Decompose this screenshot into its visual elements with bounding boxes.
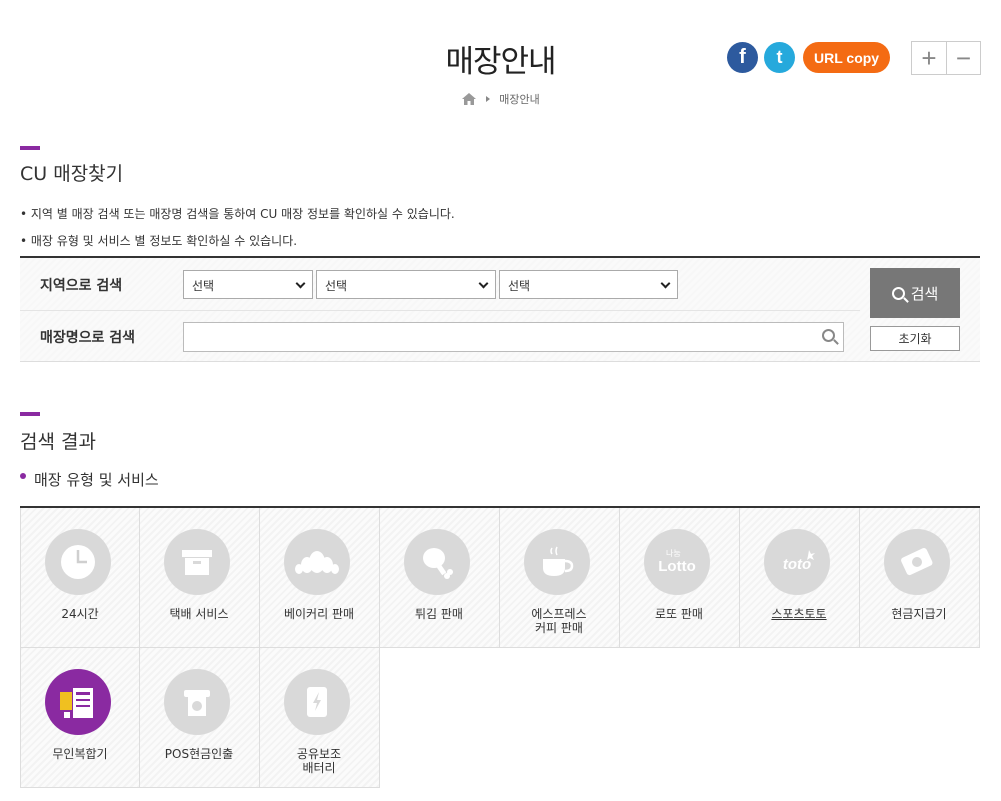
lotto-icon-text: Lotto [658,558,695,575]
zoom-in-button[interactable]: + [912,42,946,74]
service-tile-bakery[interactable]: 베이커리 판매 [260,508,380,648]
select-value: 선택 [192,279,215,293]
lotto-icon: 나눔 Lotto [644,529,710,595]
service-tile-copier[interactable]: 무인복합기 [20,648,140,788]
croissant-icon [284,529,350,595]
box-icon [164,529,230,595]
form-divider [20,310,860,311]
search-icon [891,286,905,300]
info-line-1: • 지역 별 매장 검색 또는 매장명 검색을 통하여 CU 매장 정보를 확인… [20,207,455,221]
service-subtitle: 매장 유형 및 서비스 [20,469,159,490]
copier-icon [45,669,111,735]
service-label: 튀김 판매 [415,607,463,621]
twitter-share-button[interactable]: t [764,42,795,73]
select-value: 선택 [325,279,348,293]
name-search-label: 매장명으로 검색 [40,330,136,346]
find-section-title: CU 매장찾기 [20,163,124,185]
service-tile-pos-cash[interactable]: POS현금인출 [140,648,260,788]
section-accent-bar [20,146,40,150]
chevron-down-icon [295,278,306,289]
chevron-down-icon [478,278,489,289]
breadcrumb: 매장안내 [0,91,1001,107]
service-label: POS현금인출 [164,747,234,761]
pos-cash-icon [164,669,230,735]
results-section-title: 검색 결과 [20,431,96,453]
reset-button[interactable]: 초기화 [870,326,960,351]
service-subtitle-text: 매장 유형 및 서비스 [34,471,159,489]
region-search-label: 지역으로 검색 [40,278,123,294]
coffee-cup-icon [524,529,590,595]
zoom-controls: + − [911,41,981,75]
zoom-out-button[interactable]: − [946,42,980,74]
share-bar: f t URL copy [727,42,891,73]
url-copy-button[interactable]: URL copy [803,42,891,73]
region-select-3[interactable]: 선택 [499,270,678,299]
facebook-icon: f [739,46,746,68]
section-accent-bar [20,412,40,416]
service-label: 공유보조 배터리 [296,747,342,775]
home-icon[interactable] [461,92,477,106]
breadcrumb-arrow-icon [486,96,491,102]
search-form: 지역으로 검색 선택 선택 선택 매장명으로 검색 검색 초기화 [20,256,980,362]
region-select-2[interactable]: 선택 [316,270,496,299]
service-tile-lotto[interactable]: 나눔 Lotto 로또 판매 [620,508,740,648]
service-tile-coffee[interactable]: 에스프레스 커피 판매 [500,508,620,648]
service-label: 현금지급기 [891,607,947,621]
lotto-icon-small-text: 나눔 [666,549,681,558]
drumstick-icon [404,529,470,595]
service-label: 택배 서비스 [169,607,229,621]
select-value: 선택 [508,279,531,293]
chevron-down-icon [660,278,671,289]
region-select-1[interactable]: 선택 [183,270,313,299]
service-tile-24h[interactable]: 24시간 [20,508,140,648]
toto-icon: toto [764,529,830,595]
service-label: 스포츠토토 [771,607,827,621]
service-label: 베이커리 판매 [283,607,355,621]
toto-icon-text: toto [783,556,811,573]
service-label: 24시간 [61,607,99,621]
clock-icon [45,529,111,595]
search-button[interactable]: 검색 [870,268,960,318]
store-name-input[interactable] [183,322,844,352]
service-label: 에스프레스 커피 판매 [531,607,587,635]
bullet-dot [20,472,26,479]
breadcrumb-current: 매장안내 [499,93,540,106]
search-button-label: 검색 [910,284,939,303]
service-tile-delivery[interactable]: 택배 서비스 [140,508,260,648]
cash-card-icon [884,529,950,595]
info-line-2: • 매장 유형 및 서비스 별 정보도 확인하실 수 있습니다. [20,234,298,248]
facebook-share-button[interactable]: f [727,42,758,73]
search-icon[interactable] [822,329,835,342]
service-label: 로또 판매 [655,607,703,621]
battery-icon [284,669,350,735]
service-tile-fried[interactable]: 튀김 판매 [380,508,500,648]
service-tile-atm[interactable]: 현금지급기 [860,508,980,648]
service-tile-sportstoto[interactable]: toto 스포츠토토 [740,508,860,648]
service-label: 무인복합기 [52,747,108,761]
twitter-icon: t [776,47,783,67]
service-tile-battery[interactable]: 공유보조 배터리 [260,648,380,788]
